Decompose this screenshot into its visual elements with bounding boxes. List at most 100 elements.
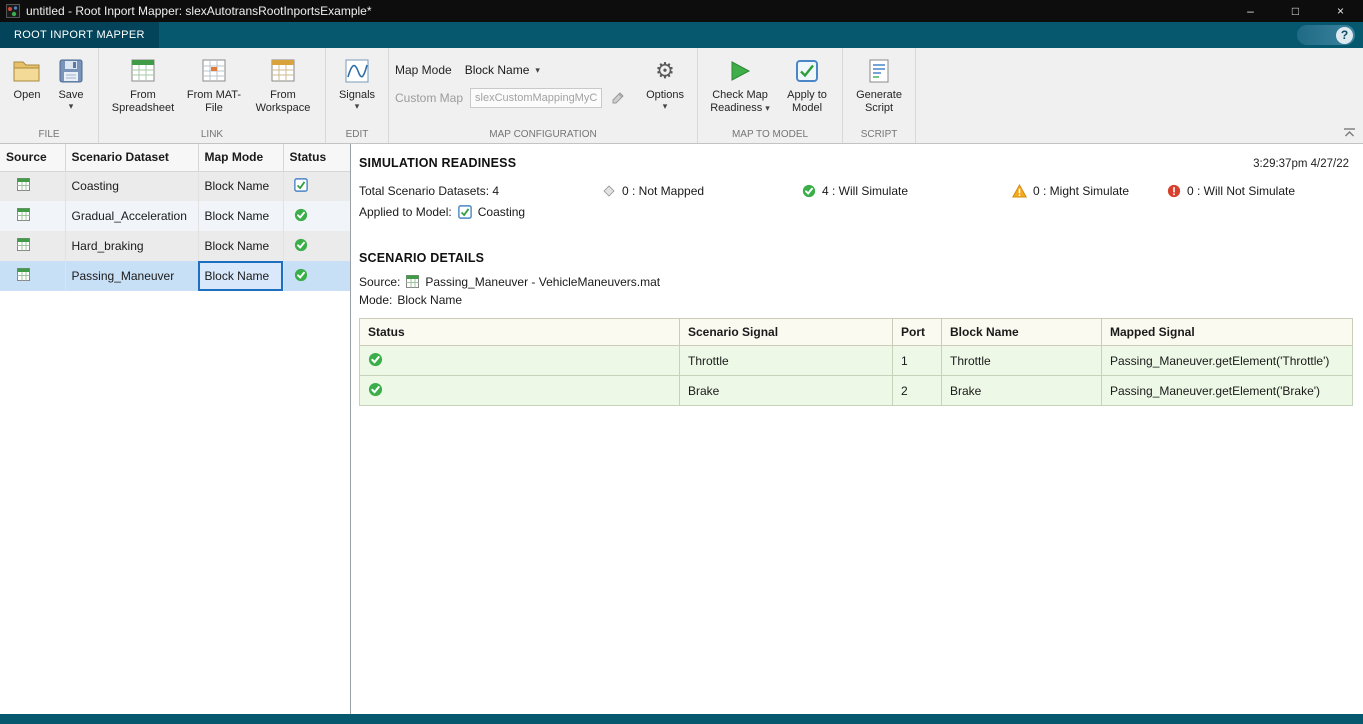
apply-to-model-label: Apply to Model: [787, 89, 827, 115]
source-label: Source:: [359, 274, 401, 289]
close-button[interactable]: ×: [1318, 0, 1363, 22]
scenario-details-title: SCENARIO DETAILS: [359, 251, 485, 265]
from-workspace-label: From Workspace: [255, 89, 311, 115]
gear-icon: ⚙: [655, 58, 675, 83]
header-source[interactable]: Source: [0, 144, 66, 172]
will-not-simulate-error-icon: [1167, 184, 1181, 198]
generate-script-button[interactable]: Generate Script: [849, 51, 909, 116]
dataset-source-icon: [16, 267, 31, 282]
dataset-source-icon: [16, 207, 31, 222]
details-port[interactable]: 2: [892, 375, 942, 406]
dataset-name[interactable]: Hard_braking: [65, 231, 199, 261]
content-area: Source Scenario Dataset Map Mode Status …: [0, 144, 1363, 714]
help-button[interactable]: ?: [1336, 26, 1353, 44]
applied-status-icon: [293, 177, 308, 192]
collapse-ribbon-button[interactable]: [1341, 127, 1357, 139]
link-section-label: LINK: [200, 129, 224, 140]
status-bar: [0, 714, 1363, 724]
details-header-mapped-signal[interactable]: Mapped Signal: [1101, 318, 1353, 346]
scenario-row-coasting[interactable]: Coasting Block Name: [0, 171, 350, 201]
app-icon: [5, 3, 21, 19]
details-scenario-signal[interactable]: Throttle: [679, 345, 893, 376]
help-pill: ?: [1297, 25, 1355, 45]
save-dropdown-icon: ▾: [68, 101, 74, 112]
scenario-row-gradual-acceleration[interactable]: Gradual_Acceleration Block Name: [0, 201, 350, 231]
options-button[interactable]: ⚙ Options ▾: [639, 51, 691, 112]
ribbon-filler: [916, 48, 1363, 143]
dataset-name[interactable]: Gradual_Acceleration: [65, 201, 199, 231]
total-scenario-datasets: Total Scenario Datasets: 4: [359, 184, 500, 198]
details-header-row: Status Scenario Signal Port Block Name M…: [359, 318, 1353, 346]
header-status[interactable]: Status: [282, 144, 350, 172]
details-header-scenario-signal[interactable]: Scenario Signal: [679, 318, 893, 346]
details-block-name[interactable]: Throttle: [941, 345, 1102, 376]
ribbon-section-map-configuration: Map Mode Block Name ▾ Custom Map slexCus…: [389, 48, 699, 143]
dataset-name[interactable]: Coasting: [65, 171, 199, 201]
details-mapped-signal[interactable]: Passing_Maneuver.getElement('Brake'): [1101, 375, 1353, 406]
scenario-dataset-table: Source Scenario Dataset Map Mode Status …: [0, 144, 350, 291]
minimize-button[interactable]: –: [1228, 0, 1273, 22]
will-simulate-icon: [294, 268, 308, 282]
titlebar: untitled - Root Inport Mapper: slexAutot…: [0, 0, 1363, 22]
open-button[interactable]: Open: [6, 51, 48, 103]
dataset-source-icon: [405, 274, 420, 289]
details-header-status[interactable]: Status: [359, 318, 680, 346]
details-port[interactable]: 1: [892, 345, 942, 376]
map-mode-value: Block Name: [464, 63, 530, 77]
dataset-map-mode[interactable]: Block Name: [198, 171, 284, 201]
header-map-mode[interactable]: Map Mode: [197, 144, 284, 172]
details-header-block-name[interactable]: Block Name: [941, 318, 1102, 346]
file-section-label: FILE: [38, 129, 60, 140]
details-mapped-signal[interactable]: Passing_Maneuver.getElement('Throttle'): [1101, 345, 1353, 376]
scenario-details-table: Status Scenario Signal Port Block Name M…: [359, 318, 1353, 406]
tab-root-inport-mapper[interactable]: ROOT INPORT MAPPER: [0, 22, 159, 48]
will-simulate-icon: [294, 238, 308, 252]
dataset-name[interactable]: Passing_Maneuver: [65, 261, 199, 291]
from-spreadsheet-button[interactable]: From Spreadsheet: [105, 51, 181, 116]
workspace-icon: [269, 55, 297, 87]
root-inport-mapper-window: untitled - Root Inport Mapper: slexAutot…: [0, 0, 1363, 724]
dataset-map-mode-focused[interactable]: Block Name: [198, 261, 284, 291]
map-mode-dropdown[interactable]: Block Name ▾: [459, 61, 546, 79]
details-block-name[interactable]: Brake: [941, 375, 1102, 406]
stat-will-simulate: 4 : Will Simulate: [802, 184, 1012, 198]
might-simulate-warning-icon: [1012, 184, 1027, 198]
check-map-readiness-button[interactable]: Check Map Readiness ▾: [704, 51, 776, 116]
source-value: Passing_Maneuver - VehicleManeuvers.mat: [425, 274, 661, 289]
header-scenario-dataset[interactable]: Scenario Dataset: [64, 144, 199, 172]
not-mapped-icon: [602, 184, 616, 198]
toolstrip-tab-bar: ROOT INPORT MAPPER ?: [0, 22, 1363, 48]
custom-map-input: [470, 88, 603, 108]
details-scenario-signal[interactable]: Brake: [679, 375, 893, 406]
stat-not-mapped: 0 : Not Mapped: [602, 184, 802, 198]
mat-file-icon: [200, 55, 228, 87]
signals-dropdown-icon: ▾: [354, 101, 360, 112]
script-section-label: SCRIPT: [860, 129, 898, 140]
mode-value: Block Name: [397, 293, 463, 307]
details-row-throttle[interactable]: Throttle 1 Throttle Passing_Maneuver.get…: [359, 345, 1353, 376]
save-button[interactable]: Save ▾: [50, 51, 92, 112]
scenario-row-hard-braking[interactable]: Hard_braking Block Name: [0, 231, 350, 261]
ribbon-section-link: From Spreadsheet From MAT-File From Work…: [99, 48, 326, 143]
dataset-map-mode[interactable]: Block Name: [198, 201, 284, 231]
apply-check-icon: [795, 55, 819, 87]
details-header-port[interactable]: Port: [892, 318, 942, 346]
window-title: untitled - Root Inport Mapper: slexAutot…: [26, 4, 372, 18]
scenario-row-passing-maneuver[interactable]: Passing_Maneuver Block Name: [0, 261, 350, 291]
mode-label: Mode:: [359, 293, 393, 307]
dataset-map-mode[interactable]: Block Name: [198, 231, 284, 261]
ribbon-section-edit: Signals ▾ EDIT: [326, 48, 389, 143]
signals-waveform-icon: [344, 55, 370, 87]
stat-might-simulate: 0 : Might Simulate: [1012, 184, 1167, 198]
from-mat-file-button[interactable]: From MAT-File: [183, 51, 245, 116]
details-row-brake[interactable]: Brake 2 Brake Passing_Maneuver.getElemen…: [359, 375, 1353, 406]
map-to-model-section-label: MAP TO MODEL: [731, 129, 809, 140]
applied-status-icon: [457, 205, 472, 219]
from-workspace-button[interactable]: From Workspace: [247, 51, 319, 116]
apply-to-model-button[interactable]: Apply to Model: [778, 51, 836, 116]
script-document-icon: [867, 55, 891, 87]
applied-to-model-label: Applied to Model:: [359, 205, 452, 219]
maximize-button[interactable]: □: [1273, 0, 1318, 22]
signals-button[interactable]: Signals ▾: [332, 51, 382, 112]
will-simulate-icon: [368, 352, 383, 367]
